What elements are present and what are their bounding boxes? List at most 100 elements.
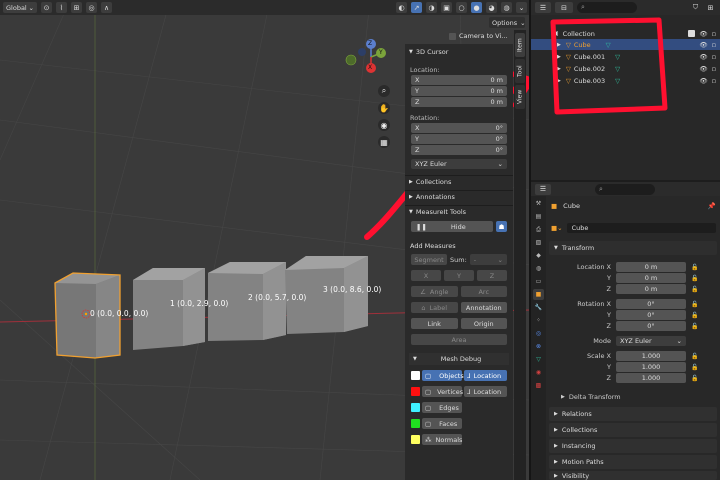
shading-rendered-icon[interactable]: ◍ [501, 2, 512, 13]
lock-icon[interactable]: 🔓 [691, 275, 698, 282]
lock-icon[interactable]: 🔓 [691, 301, 698, 308]
render-tab-icon[interactable]: ▤ [533, 211, 544, 222]
hide-button[interactable]: ❚❚ Hide [411, 221, 493, 232]
overlay-icon[interactable]: ◑ [426, 2, 437, 13]
objects-location-toggle[interactable]: ⅃ Location [464, 370, 507, 381]
lock-icon[interactable]: 🔓 [691, 286, 698, 293]
location-x-field[interactable]: 0 m [616, 262, 686, 272]
panel-collections[interactable]: ▶ Collections [405, 175, 513, 187]
area-button[interactable]: Area [411, 334, 507, 345]
rotation-x-field[interactable]: 0° [616, 299, 686, 309]
panel-transform[interactable]: ▼ Transform [549, 241, 717, 255]
navigation-gizmo[interactable] [345, 39, 386, 73]
panel-instancing[interactable]: ▶ Instancing [549, 439, 717, 453]
material-tab-icon[interactable]: ◉ [533, 367, 544, 378]
shading-solid-icon[interactable]: ● [471, 2, 482, 13]
orientation-dropdown[interactable]: Global ⌄ [3, 2, 37, 13]
lock-icon[interactable]: 🔓 [691, 375, 698, 382]
shading-options-icon[interactable]: ⌄ [516, 2, 527, 13]
camera-icon[interactable]: ◉ [378, 119, 390, 131]
tool-tab-icon[interactable]: ⚒ [533, 198, 544, 209]
objects-toggle[interactable]: ▢ Objects [422, 370, 464, 381]
texture-tab-icon[interactable]: ▩ [533, 380, 544, 391]
object-datablock-icon[interactable]: ■⌄ [551, 224, 563, 232]
panel-mesh-debug[interactable]: ▼ Mesh Debug [409, 353, 509, 365]
segment-button[interactable]: Segment [411, 254, 447, 265]
scale-y-field[interactable]: 1.000 [616, 362, 686, 372]
faces-toggle[interactable]: ▢ Faces [422, 418, 462, 429]
panel-visibility[interactable]: ▶ Visibility [549, 471, 717, 480]
lock-icon[interactable]: 🔓 [691, 312, 698, 319]
camera-to-view-toggle[interactable]: Camera to Vi... [449, 31, 519, 41]
pin-icon[interactable]: 📌 [708, 202, 716, 210]
pan-hand-icon[interactable]: ✋ [378, 102, 390, 114]
panel-annotations[interactable]: ▶ Annotations [405, 190, 513, 202]
rotation-mode-dropdown[interactable]: XYZ Euler ⌄ [411, 159, 507, 169]
annotation-button[interactable]: Annotation [460, 302, 507, 313]
object-name-input[interactable]: Cube [566, 223, 716, 233]
tab-tool[interactable]: Tool [515, 59, 525, 83]
panel-3d-cursor[interactable]: ▼ 3D Cursor [405, 46, 513, 58]
editor-type-icon[interactable]: ☰ [535, 183, 551, 195]
3d-viewport[interactable]: Z Y X ⌕ ✋ ◉ ▦ 0 (0.0, 0.0, 0.0) 1 (0.0, … [0, 0, 530, 480]
angle-button[interactable]: ∠ Angle [411, 286, 458, 297]
constraints-tab-icon[interactable]: ⊗ [533, 341, 544, 352]
cursor-location-y[interactable]: Y0 m [411, 86, 507, 96]
panel-relations[interactable]: ▶ Relations [549, 407, 717, 421]
xray-icon[interactable]: ▣ [441, 2, 452, 13]
particles-tab-icon[interactable]: ⁘ [533, 315, 544, 326]
rotation-z-field[interactable]: 0° [616, 321, 686, 331]
lock-icon[interactable]: 🔓 [691, 323, 698, 330]
visibility-icon[interactable]: ◐ [396, 2, 407, 13]
panel-motion-paths[interactable]: ▶ Motion Paths [549, 455, 717, 469]
arc-button[interactable]: Arc [460, 286, 507, 297]
normals-color-swatch[interactable] [411, 435, 420, 444]
vertices-color-swatch[interactable] [411, 387, 420, 396]
cursor-rotation-z[interactable]: Z 0° [411, 145, 507, 155]
location-z-field[interactable]: 0 m [616, 284, 686, 294]
physics-tab-icon[interactable]: ◎ [533, 328, 544, 339]
shading-material-icon[interactable]: ◕ [486, 2, 497, 13]
data-tab-icon[interactable]: ▽ [533, 354, 544, 365]
sum-dropdown[interactable]: - ⌄ [469, 254, 507, 265]
view-layer-tab-icon[interactable]: ▧ [533, 237, 544, 248]
vertices-location-toggle[interactable]: ⅃ Location [464, 386, 507, 397]
cursor-location-z[interactable]: Z0 m [411, 97, 507, 107]
origin-button[interactable]: Origin [460, 318, 507, 329]
object-tab-icon[interactable]: ■ [533, 289, 544, 300]
measure-y-button[interactable]: Y [444, 270, 474, 281]
cursor-rotation-y[interactable]: Y 0° [411, 134, 507, 144]
cursor-location-x[interactable]: X0 m [411, 75, 507, 85]
scale-x-field[interactable]: 1.000 [616, 351, 686, 361]
lock-icon[interactable]: 🔓 [691, 364, 698, 371]
panel-delta-transform[interactable]: ▶ Delta Transform [561, 393, 711, 401]
snap-increment-icon[interactable]: ⊞ [71, 2, 82, 13]
label-button[interactable]: ⌂ Label [411, 302, 458, 313]
zoom-icon[interactable]: ⌕ [378, 85, 390, 97]
vertices-toggle[interactable]: ▢ Vertices [422, 386, 463, 397]
lock-icon[interactable]: 🔓 [691, 264, 698, 271]
measure-z-button[interactable]: Z [477, 270, 507, 281]
properties-search-input[interactable]: ⌕ [595, 183, 655, 195]
shading-wireframe-icon[interactable]: ○ [456, 2, 467, 13]
ghost-toggle-icon[interactable]: ☗ [496, 221, 507, 232]
lock-icon[interactable]: 🔓 [691, 353, 698, 360]
tab-view[interactable]: View [515, 85, 525, 109]
falloff-icon[interactable]: ∧ [101, 2, 112, 13]
normals-toggle[interactable]: ⁂ Normals [422, 434, 462, 445]
scale-z-field[interactable]: 1.000 [616, 373, 686, 383]
scene-tab-icon[interactable]: ◆ [533, 250, 544, 261]
proportional-edit-icon[interactable]: ◎ [86, 2, 97, 13]
modifier-tab-icon[interactable]: 🔧 [533, 302, 544, 313]
collection-tab-icon[interactable]: ▭ [533, 276, 544, 287]
panel-measureit[interactable]: ▼ MeasureIt Tools [405, 205, 513, 217]
edges-color-swatch[interactable] [411, 403, 420, 412]
options-dropdown[interactable]: Options ⌄ [489, 17, 526, 28]
objects-color-swatch[interactable] [411, 371, 420, 380]
link-button[interactable]: Link [411, 318, 458, 329]
faces-color-swatch[interactable] [411, 419, 420, 428]
snap-icon[interactable]: ⌇ [56, 2, 67, 13]
rotation-mode-select[interactable]: XYZ Euler ⌄ [616, 336, 686, 346]
edges-toggle[interactable]: ▢ Edges [422, 402, 462, 413]
tab-item[interactable]: Item [515, 33, 525, 57]
